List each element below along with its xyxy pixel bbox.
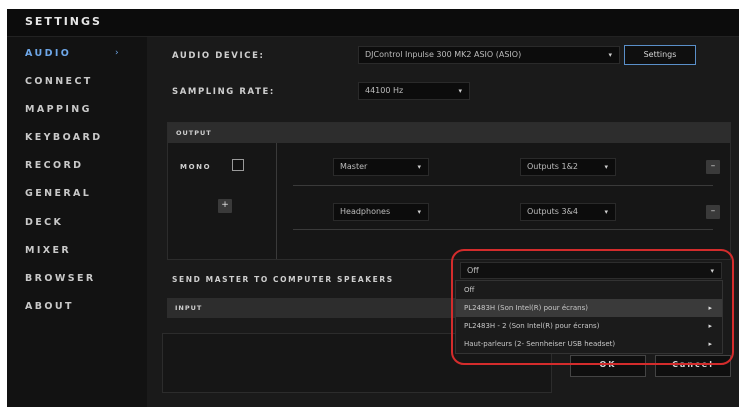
submenu-arrow-icon: ▸ [708, 304, 712, 312]
dropdown-option-pl2483h[interactable]: PL2483H (Son Intel(R) pour écrans) ▸ [456, 299, 722, 317]
send-master-dropdown-list: Off PL2483H (Son Intel(R) pour écrans) ▸… [455, 280, 723, 354]
output-row-2-source-select[interactable]: Headphones ▾ [333, 203, 429, 221]
settings-button[interactable]: Settings [624, 45, 696, 65]
active-item-arrow-icon: › [115, 48, 119, 58]
mono-label: MONO [180, 163, 212, 171]
dropdown-option-pl2483h-2[interactable]: PL2483H - 2 (Son Intel(R) pour écrans) ▸ [456, 317, 722, 335]
output-panel: OUTPUT MONO + Master ▾ Outputs 1&2 ▾ – H… [167, 122, 731, 260]
chevron-down-icon: ▾ [417, 208, 421, 216]
sampling-rate-select[interactable]: 44100 Hz ▾ [358, 82, 470, 100]
chevron-down-icon: ▾ [458, 87, 462, 95]
chevron-down-icon: ▾ [604, 208, 608, 216]
send-master-label: SEND MASTER TO COMPUTER SPEAKERS [172, 275, 394, 284]
dropdown-option-haut-parleurs[interactable]: Haut-parleurs (2- Sennheiser USB headset… [456, 335, 722, 353]
sampling-rate-value: 44100 Hz [365, 86, 404, 95]
chevron-down-icon: ▾ [710, 267, 714, 275]
sidebar-item-mixer[interactable]: MIXER [25, 245, 71, 256]
ok-button[interactable]: OK [570, 355, 646, 377]
audio-device-value: DJControl Inpulse 300 MK2 ASIO (ASIO) [365, 50, 522, 59]
submenu-arrow-icon: ▸ [708, 322, 712, 330]
row-separator [293, 229, 713, 230]
sidebar: AUDIO › CONNECT MAPPING KEYBOARD RECORD … [7, 37, 147, 407]
output-header: OUTPUT [168, 123, 730, 143]
remove-output-row-1-button[interactable]: – [706, 160, 720, 174]
sidebar-item-keyboard[interactable]: KEYBOARD [25, 132, 103, 143]
row-separator [293, 185, 713, 186]
sidebar-item-record[interactable]: RECORD [25, 160, 83, 171]
chevron-down-icon: ▾ [608, 51, 612, 59]
output-row-2-dest-select[interactable]: Outputs 3&4 ▾ [520, 203, 616, 221]
sidebar-item-mapping[interactable]: MAPPING [25, 104, 92, 115]
sidebar-item-connect[interactable]: CONNECT [25, 76, 93, 87]
chevron-down-icon: ▾ [417, 163, 421, 171]
sidebar-item-general[interactable]: GENERAL [25, 188, 91, 199]
dropdown-option-label: PL2483H (Son Intel(R) pour écrans) [464, 304, 588, 312]
input-header: INPUT [167, 298, 467, 318]
chevron-down-icon: ▾ [604, 163, 608, 171]
sidebar-item-browser[interactable]: BROWSER [25, 273, 96, 284]
add-output-button[interactable]: + [218, 199, 232, 213]
sidebar-item-about[interactable]: ABOUT [25, 301, 74, 312]
window-title: SETTINGS [25, 15, 102, 28]
output-row-1-dest: Outputs 1&2 [527, 162, 578, 171]
mono-checkbox[interactable] [232, 159, 244, 171]
sampling-rate-label: SAMPLING RATE: [172, 87, 275, 97]
send-master-value: Off [467, 266, 479, 275]
output-row-2-source: Headphones [340, 207, 391, 216]
dropdown-option-label: PL2483H - 2 (Son Intel(R) pour écrans) [464, 322, 600, 330]
audio-device-select[interactable]: DJControl Inpulse 300 MK2 ASIO (ASIO) ▾ [358, 46, 620, 64]
title-bar: SETTINGS [7, 9, 739, 37]
remove-output-row-2-button[interactable]: – [706, 205, 720, 219]
output-row-1-dest-select[interactable]: Outputs 1&2 ▾ [520, 158, 616, 176]
dropdown-option-label: Haut-parleurs (2- Sennheiser USB headset… [464, 340, 616, 348]
sidebar-item-audio[interactable]: AUDIO [25, 48, 71, 59]
output-row-2-dest: Outputs 3&4 [527, 207, 578, 216]
dropdown-option-off[interactable]: Off [456, 281, 722, 299]
submenu-arrow-icon: ▸ [708, 340, 712, 348]
cancel-button[interactable]: Cancel [655, 355, 731, 377]
dropdown-option-label: Off [464, 286, 475, 294]
output-row-1-source-select[interactable]: Master ▾ [333, 158, 429, 176]
sidebar-item-deck[interactable]: DECK [25, 217, 63, 228]
send-master-select[interactable]: Off ▾ [460, 262, 722, 279]
output-divider [276, 143, 277, 259]
output-row-1-source: Master [340, 162, 368, 171]
audio-device-label: AUDIO DEVICE: [172, 51, 265, 61]
